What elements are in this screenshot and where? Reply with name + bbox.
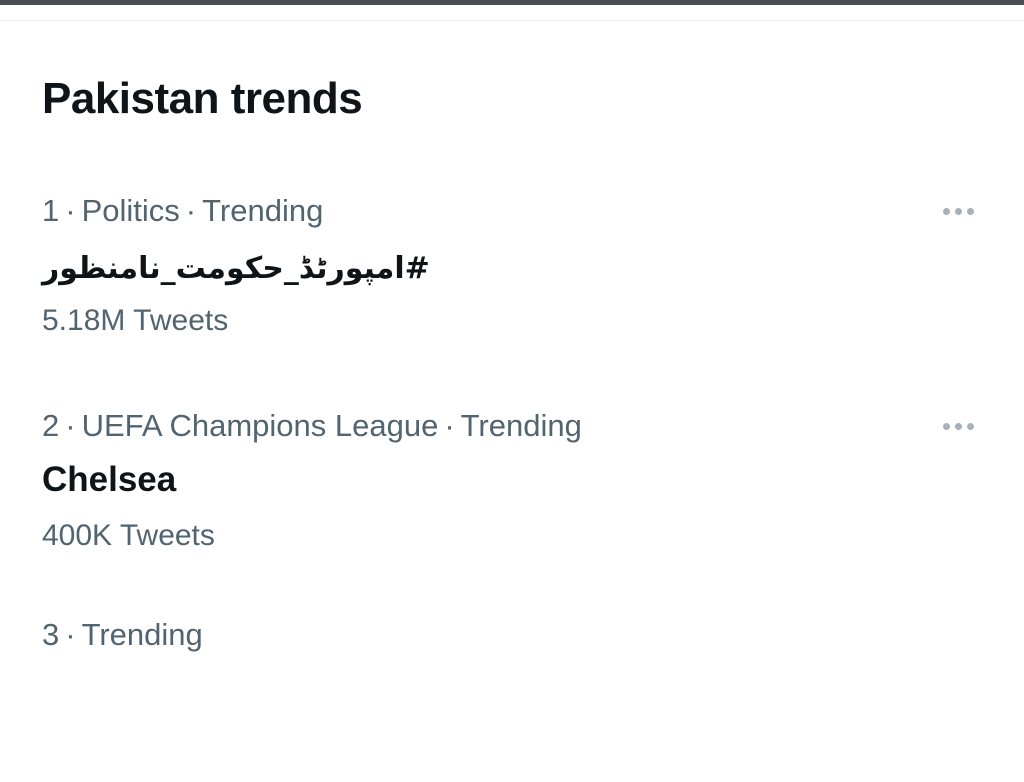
trend-item[interactable]: 1 · Politics · Trending #امپورٹڈ_حکومت_نامنظ… bbox=[0, 188, 1024, 358]
meta-separator: · bbox=[444, 408, 455, 443]
more-options-button[interactable] bbox=[930, 411, 986, 441]
trend-item[interactable]: 3 · Trending bbox=[0, 612, 1024, 782]
trend-rank: 2 bbox=[42, 408, 60, 443]
trend-item[interactable]: 2 · UEFA Champions League · Trending Chelsea… bbox=[0, 403, 1024, 573]
more-horizontal-icon bbox=[954, 422, 962, 430]
more-horizontal-icon bbox=[942, 422, 950, 430]
more-horizontal-icon bbox=[942, 207, 950, 215]
more-options-button[interactable] bbox=[930, 196, 986, 226]
meta-separator: · bbox=[65, 408, 76, 443]
window-top-edge bbox=[0, 0, 1024, 5]
meta-separator: · bbox=[65, 193, 76, 228]
trend-meta: 2 · UEFA Champions League · Trending bbox=[42, 403, 582, 449]
trend-tweet-count: 400K Tweets bbox=[42, 519, 215, 552]
trend-name: Chelsea bbox=[42, 460, 177, 499]
more-horizontal-icon bbox=[954, 207, 962, 215]
trend-category: UEFA Champions League bbox=[81, 408, 439, 443]
trend-tweet-count: 5.18M Tweets bbox=[42, 304, 229, 337]
page-title: Pakistan trends bbox=[42, 74, 363, 123]
trend-rank: 3 bbox=[42, 617, 60, 652]
trend-meta: 3 · Trending bbox=[42, 612, 203, 658]
trend-name: #امپورٹڈ_حکومت_نامنظور bbox=[42, 251, 430, 286]
trend-status: Trending bbox=[202, 193, 324, 228]
header-divider bbox=[0, 20, 1024, 21]
trend-status: Trending bbox=[460, 408, 582, 443]
meta-separator: · bbox=[65, 617, 76, 652]
more-horizontal-icon bbox=[966, 422, 974, 430]
trend-rank: 1 bbox=[42, 193, 60, 228]
more-horizontal-icon bbox=[966, 207, 974, 215]
meta-separator: · bbox=[185, 193, 197, 228]
trend-category: Politics bbox=[81, 193, 180, 228]
trend-meta: 1 · Politics · Trending bbox=[42, 188, 323, 234]
trend-category: Trending bbox=[81, 617, 203, 652]
